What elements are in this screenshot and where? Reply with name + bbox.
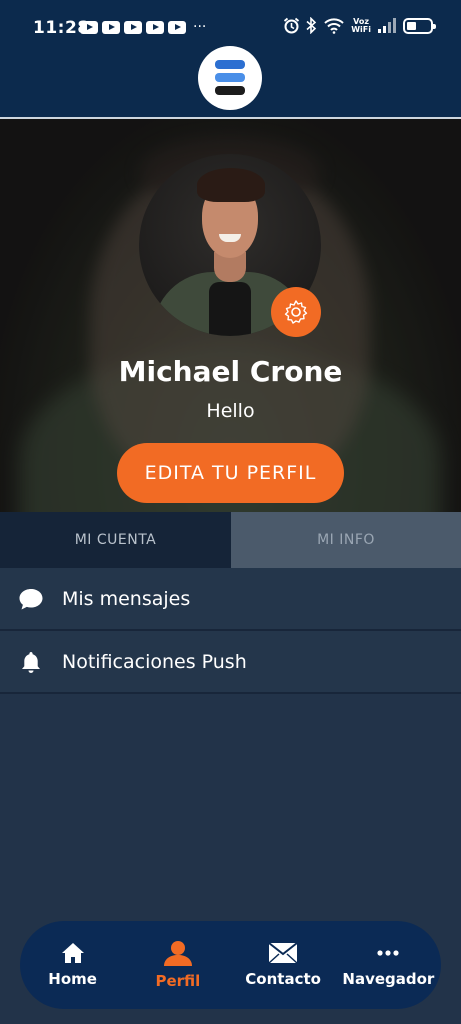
nav-home[interactable]: Home <box>20 921 125 1009</box>
settings-button[interactable] <box>271 287 321 337</box>
menu-item-messages[interactable]: Mis mensajes <box>0 568 461 631</box>
more-notifications-icon: ··· <box>193 19 207 35</box>
nav-navegador[interactable]: Navegador <box>336 921 441 1009</box>
notification-icons: ··· <box>80 19 207 35</box>
nav-contacto[interactable]: Contacto <box>231 921 336 1009</box>
battery-icon <box>403 17 436 34</box>
voz-wifi-indicator: Voz WiFi <box>351 17 371 34</box>
tab-mi-cuenta[interactable]: MI CUENTA <box>0 512 231 568</box>
profile-name: Michael Crone <box>118 355 343 388</box>
alarm-icon <box>284 17 300 34</box>
nav-perfil[interactable]: Perfil <box>125 921 230 1009</box>
bell-icon <box>0 650 62 674</box>
brand-logo[interactable] <box>198 46 262 110</box>
gear-icon <box>284 300 308 324</box>
signal-icon <box>378 18 396 33</box>
youtube-notification-icon <box>124 21 142 34</box>
youtube-notification-icon <box>168 21 186 34</box>
nav-label: Home <box>48 970 97 988</box>
wifi-label: WiFi <box>351 24 371 34</box>
nav-label: Perfil <box>155 972 201 990</box>
youtube-notification-icon <box>146 21 164 34</box>
tab-mi-info[interactable]: MI INFO <box>231 512 461 568</box>
profile-bio: Hello <box>206 400 255 422</box>
nav-label: Navegador <box>342 970 435 988</box>
edit-profile-button[interactable]: EDITA TU PERFIL <box>117 443 344 503</box>
home-icon <box>61 943 84 963</box>
bluetooth-icon <box>306 17 317 34</box>
youtube-notification-icon <box>102 21 120 34</box>
more-dots-icon <box>377 950 399 956</box>
bottom-navigation: Home Perfil Contacto Navegador <box>20 921 441 1009</box>
chat-bubble-icon <box>0 587 62 611</box>
system-icons: Voz WiFi <box>283 17 436 34</box>
user-icon <box>163 941 192 966</box>
menu-item-push-notifications[interactable]: Notificaciones Push <box>0 631 461 694</box>
profile-tabs: MI CUENTA MI INFO <box>0 512 461 568</box>
account-menu: Mis mensajes Notificaciones Push <box>0 568 461 694</box>
envelope-icon <box>268 942 298 964</box>
wifi-icon <box>324 18 344 34</box>
app-header: 11:28 ··· Voz WiFi <box>0 0 461 119</box>
menu-item-label: Mis mensajes <box>62 587 191 610</box>
status-bar: 11:28 ··· Voz WiFi <box>0 0 461 50</box>
youtube-notification-icon <box>80 21 98 34</box>
menu-item-label: Notificaciones Push <box>62 650 247 673</box>
nav-label: Contacto <box>245 970 321 988</box>
